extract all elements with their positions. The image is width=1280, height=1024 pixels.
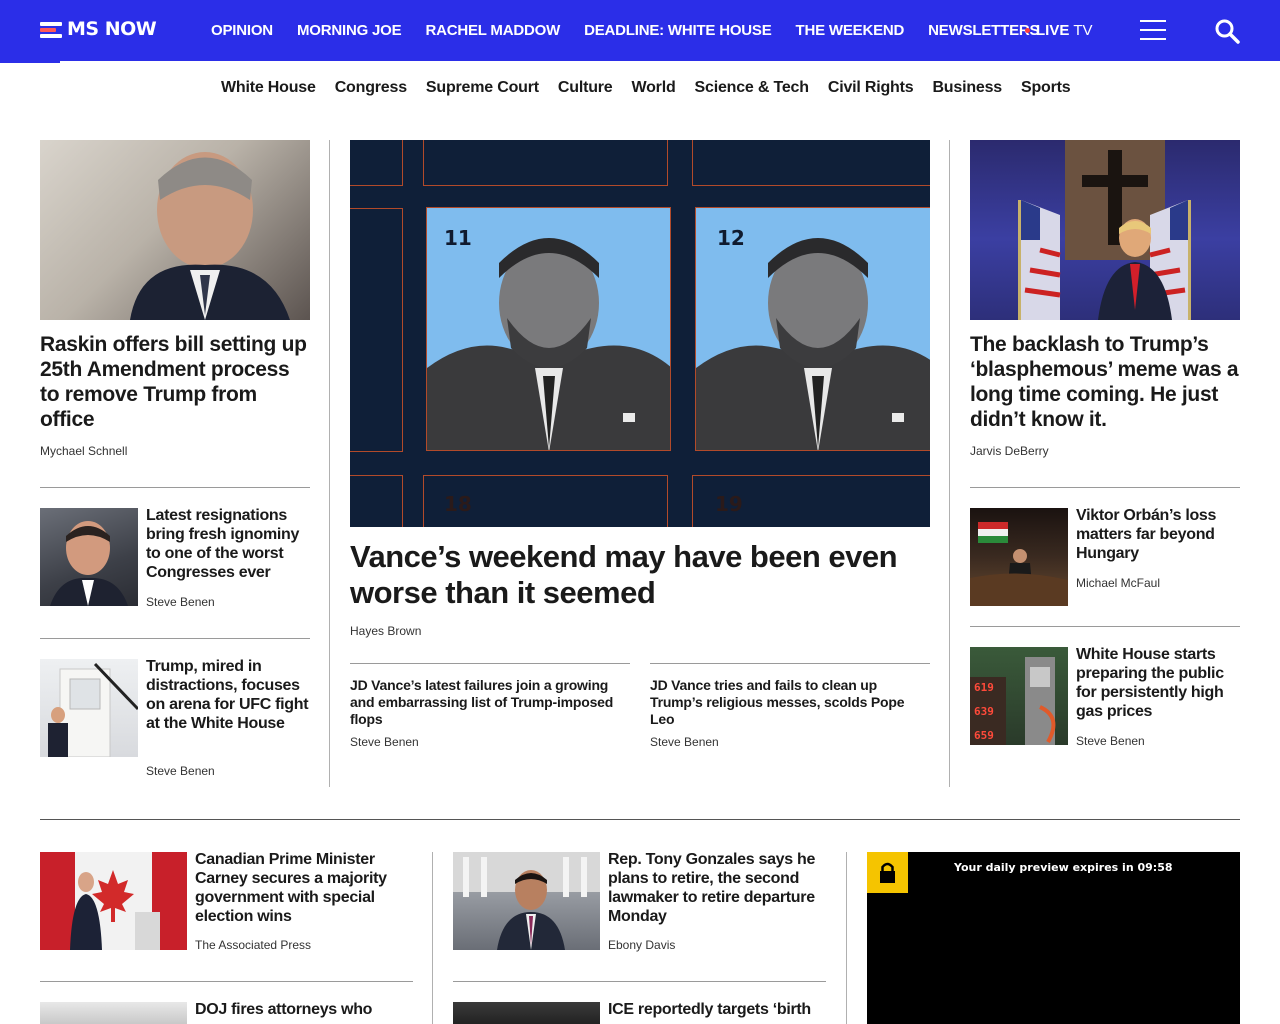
gas-price-3: 659 [974, 729, 994, 742]
trump-church-photo[interactable] [970, 140, 1240, 320]
gas-prices-headline[interactable]: White House starts preparing the public … [1076, 645, 1240, 721]
live-label: LIVE [1036, 22, 1070, 39]
nav-link-opinion[interactable]: OPINION [211, 22, 273, 39]
search-icon[interactable] [1214, 18, 1240, 44]
section-link-sports[interactable]: Sports [1021, 79, 1071, 97]
preview-timer-text: Your daily preview expires in 09:58 [954, 861, 1173, 874]
vance-related-byline-1: Steve Benen [350, 735, 419, 749]
ufc-byline: Steve Benen [146, 764, 215, 778]
video-player[interactable]: Your daily preview expires in 09:58 [867, 852, 1240, 1024]
section-link-congress[interactable]: Congress [335, 79, 407, 97]
resignations-byline: Steve Benen [146, 595, 215, 609]
vance-hero-artwork[interactable]: 11 12 18 19 [350, 140, 930, 527]
ice-thumbnail[interactable] [453, 1002, 600, 1024]
hero-tile-12: 12 [695, 207, 930, 451]
divider [650, 663, 930, 664]
menu-icon[interactable] [1140, 19, 1166, 41]
divider [40, 981, 413, 982]
gas-price-2: 639 [974, 705, 994, 718]
nav-active-indicator [0, 61, 60, 63]
gas-prices-thumbnail[interactable]: 619 639 659 [970, 647, 1068, 745]
gas-price-1: 619 [974, 681, 994, 694]
gonzales-thumbnail[interactable] [453, 852, 600, 950]
raskin-byline: Mychael Schnell [40, 444, 128, 458]
vance-related-byline-2: Steve Benen [650, 735, 719, 749]
section-link-business[interactable]: Business [932, 79, 1002, 97]
nav-link-the-weekend[interactable]: THE WEEKEND [796, 22, 905, 39]
raskin-headline[interactable]: Raskin offers bill setting up 25th Amend… [40, 332, 310, 432]
site-logo[interactable]: MS NOW [40, 18, 157, 40]
logo-mark-icon [40, 20, 65, 38]
section-link-culture[interactable]: Culture [558, 79, 613, 97]
carney-byline: The Associated Press [195, 938, 312, 952]
hero-tile-11: 11 [426, 207, 671, 451]
section-divider [40, 819, 1240, 820]
gonzales-byline: Ebony Davis [608, 938, 676, 952]
column-divider [846, 852, 847, 1024]
column-divider [329, 140, 330, 787]
logo-text: MS NOW [67, 18, 157, 40]
section-nav: White House Congress Supreme Court Cultu… [221, 79, 1071, 97]
nav-link-deadline-white-house[interactable]: DEADLINE: WHITE HOUSE [584, 22, 772, 39]
live-tv-link[interactable]: LIVE TV [1025, 22, 1093, 39]
section-link-civil-rights[interactable]: Civil Rights [828, 79, 914, 97]
tile-number: 19 [715, 492, 743, 516]
carney-headline[interactable]: Canadian Prime Minister Carney secures a… [195, 850, 415, 926]
nav-link-rachel-maddow[interactable]: RACHEL MADDOW [425, 22, 560, 39]
live-dot-icon [1025, 28, 1030, 33]
tile-number: 11 [444, 226, 472, 250]
ufc-headline[interactable]: Trump, mired in distractions, focuses on… [146, 657, 312, 733]
column-divider [432, 852, 433, 1024]
lock-badge [867, 852, 908, 893]
nav-link-newsletters[interactable]: NEWSLETTERS [928, 22, 1039, 39]
top-navigation-bar: MS NOW OPINION MORNING JOE RACHEL MADDOW… [0, 0, 1280, 61]
nav-link-morning-joe[interactable]: MORNING JOE [297, 22, 402, 39]
resignations-thumbnail[interactable] [40, 508, 138, 606]
divider [970, 626, 1240, 627]
blasphemy-headline[interactable]: The backlash to Trump’s ‘blasphemous’ me… [970, 332, 1240, 432]
tile-number: 12 [717, 226, 745, 250]
carney-thumbnail[interactable] [40, 852, 187, 950]
vance-byline: Hayes Brown [350, 624, 422, 638]
gas-prices-byline: Steve Benen [1076, 734, 1145, 748]
divider [40, 487, 310, 488]
gonzales-headline[interactable]: Rep. Tony Gonzales says he plans to reti… [608, 850, 828, 926]
vance-related-headline-1[interactable]: JD Vance’s latest failures join a growin… [350, 677, 632, 728]
lock-icon [880, 862, 895, 883]
doj-headline[interactable]: DOJ fires attorneys who [195, 1000, 415, 1019]
section-link-science-tech[interactable]: Science & Tech [695, 79, 809, 97]
ufc-thumbnail[interactable] [40, 659, 138, 757]
ice-headline[interactable]: ICE reportedly targets ‘birth [608, 1000, 828, 1019]
divider [970, 487, 1240, 488]
main-nav: OPINION MORNING JOE RACHEL MADDOW DEADLI… [211, 22, 1040, 39]
vance-related-headline-2[interactable]: JD Vance tries and fails to clean up Tru… [650, 677, 925, 728]
orban-byline: Michael McFaul [1076, 576, 1161, 590]
section-link-supreme-court[interactable]: Supreme Court [426, 79, 539, 97]
tile-number: 18 [444, 492, 472, 516]
vance-headline[interactable]: Vance’s weekend may have been even worse… [350, 539, 930, 611]
resignations-headline[interactable]: Latest resignations bring fresh ignominy… [146, 506, 310, 582]
section-link-world[interactable]: World [632, 79, 676, 97]
orban-headline[interactable]: Viktor Orbán’s loss matters far beyond H… [1076, 506, 1240, 563]
raskin-photo[interactable] [40, 140, 310, 320]
orban-thumbnail[interactable] [970, 508, 1068, 606]
tv-label: TV [1073, 22, 1093, 39]
doj-thumbnail[interactable] [40, 1002, 187, 1024]
section-link-white-house[interactable]: White House [221, 79, 316, 97]
divider [453, 981, 826, 982]
column-divider [949, 140, 950, 787]
divider [350, 663, 630, 664]
divider [40, 638, 310, 639]
blasphemy-byline: Jarvis DeBerry [970, 444, 1049, 458]
